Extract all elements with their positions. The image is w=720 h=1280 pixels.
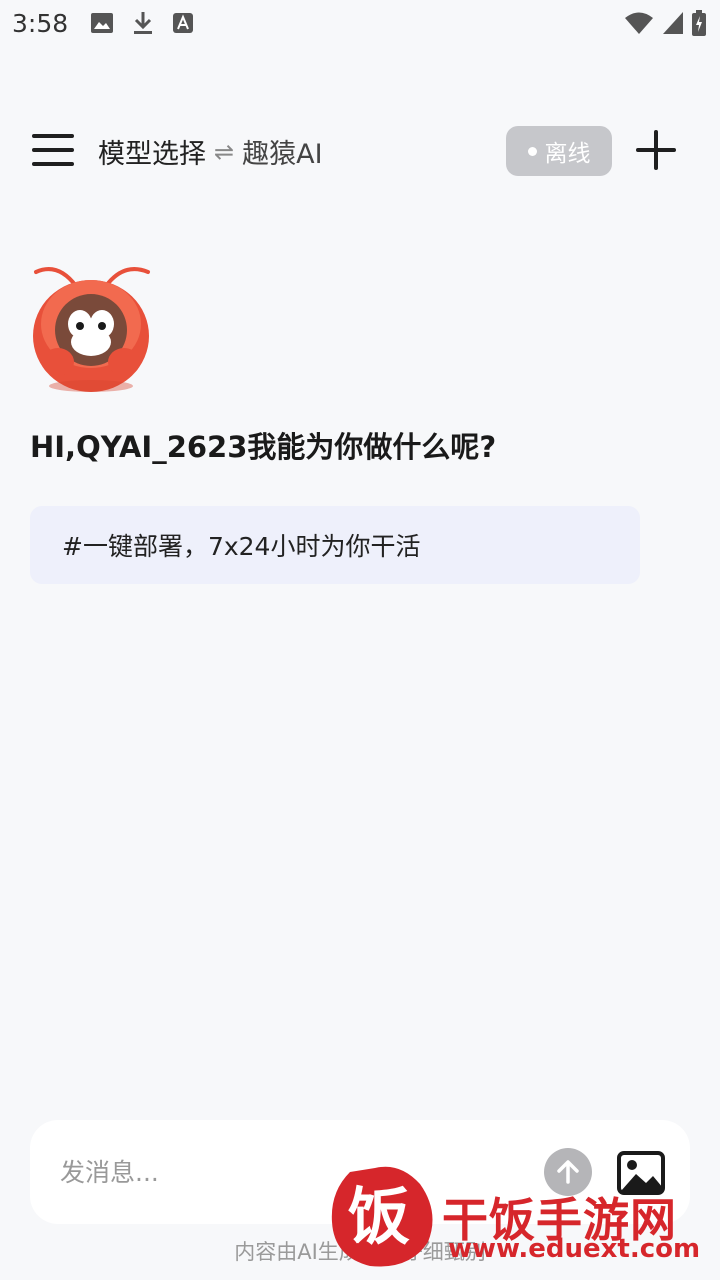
model-selector[interactable]: 模型选择 ⇌ 趣猿AI [98, 132, 323, 171]
image-icon [91, 13, 113, 33]
hamburger-line [32, 162, 74, 166]
swap-icon: ⇌ [214, 137, 235, 166]
signal-icon [663, 12, 683, 34]
status-badge-label: 离线 [544, 141, 591, 167]
send-button[interactable] [544, 1148, 592, 1196]
arrow-up-icon [557, 1160, 579, 1184]
system-icons [624, 10, 706, 36]
image-upload-icon[interactable] [616, 1150, 666, 1196]
status-badge[interactable]: 离线 [506, 126, 612, 176]
plus-icon-vertical [654, 130, 658, 170]
current-model-name: 趣猿AI [242, 139, 323, 170]
text-a-icon [173, 13, 193, 33]
app-screen: 3:58 模型选择 ⇌ 趣猿AI 离线 HI,QYAI_2623我能为你做什么呢… [0, 0, 720, 1280]
status-bar: 3:58 [0, 0, 720, 50]
download-icon [134, 12, 152, 34]
model-select-label: 模型选择 [98, 139, 206, 170]
mascot-avatar [33, 267, 150, 392]
hamburger-line [32, 148, 74, 152]
message-composer [30, 1120, 690, 1224]
suggestion-label: #一键部署，7x24小时为你干活 [62, 532, 421, 561]
notification-icons [90, 10, 194, 36]
wifi-icon [625, 12, 653, 34]
suggestion-chip[interactable]: #一键部署，7x24小时为你干活 [30, 506, 640, 584]
battery-icon [692, 10, 706, 36]
status-dot-icon [527, 146, 537, 156]
ai-disclaimer: 内容由AI生成，请仔细甄别 [234, 1240, 486, 1264]
greeting-text: HI,QYAI_2623我能为你做什么呢? [30, 430, 497, 464]
menu-button[interactable] [32, 130, 74, 170]
hamburger-menu-icon [32, 134, 74, 138]
new-chat-button[interactable] [636, 130, 676, 170]
message-input[interactable] [60, 1152, 540, 1192]
status-time: 3:58 [12, 9, 69, 38]
